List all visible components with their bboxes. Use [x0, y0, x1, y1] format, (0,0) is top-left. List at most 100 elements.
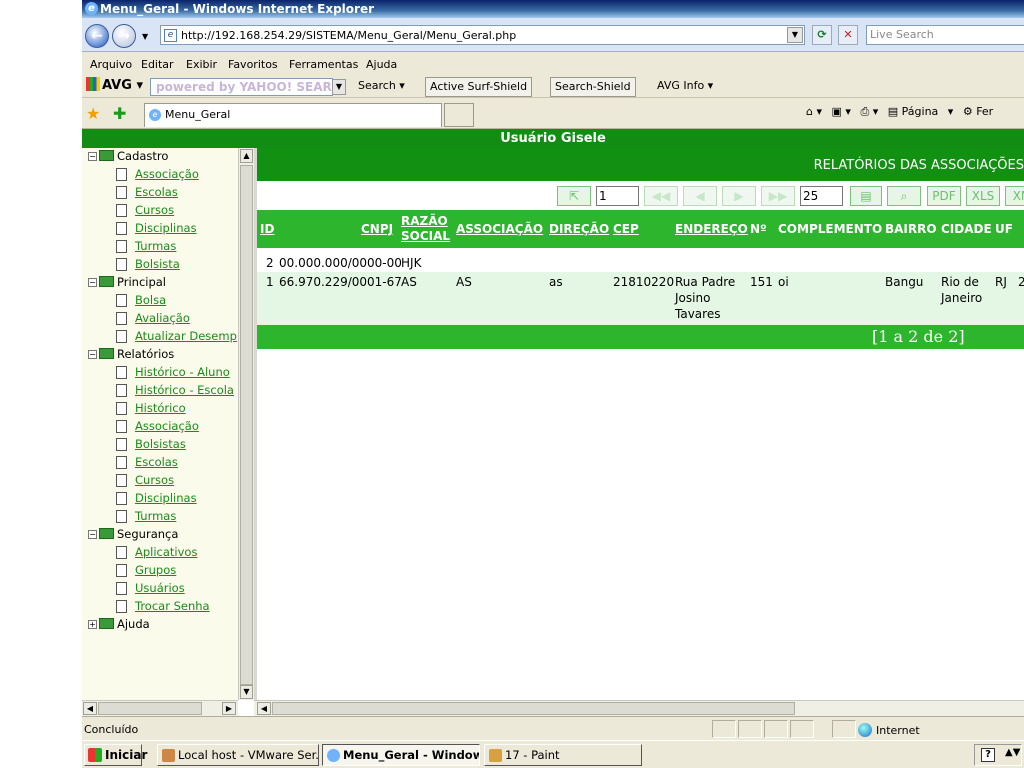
new-tab-button[interactable]: [444, 103, 474, 127]
tree-item-link[interactable]: Trocar Senha: [135, 599, 210, 613]
tree-item[interactable]: Disciplinas: [116, 221, 197, 235]
tree-item[interactable]: Atualizar Desemp: [116, 329, 237, 343]
first-record-button[interactable]: ⇱: [557, 186, 591, 206]
tree-item-link[interactable]: Turmas: [135, 239, 176, 253]
tree-item-link[interactable]: Aplicativos: [135, 545, 197, 559]
tree-item-link[interactable]: Histórico - Escola: [135, 383, 234, 397]
tree-folder[interactable]: + Ajuda: [88, 617, 150, 631]
tree-item[interactable]: Associação: [116, 419, 199, 433]
scroll-right-icon[interactable]: ▶: [222, 702, 236, 715]
tree-item-link[interactable]: Histórico: [135, 401, 186, 415]
tree-item[interactable]: Turmas: [116, 509, 176, 523]
avg-menu[interactable]: AVG ▾: [86, 77, 143, 97]
page-menu[interactable]: ▤ Página ▾: [888, 105, 954, 118]
task-paint[interactable]: 17 - Paint: [484, 744, 642, 766]
yahoo-search-input[interactable]: powered by YAHOO! SEARCH: [150, 78, 333, 96]
tree-folder[interactable]: − Principal: [88, 275, 166, 289]
security-zone[interactable]: Internet: [858, 723, 920, 737]
tree-horizontal-scrollbar[interactable]: ◀ ▶: [82, 700, 238, 716]
avg-info-button[interactable]: AVG Info ▾: [657, 77, 713, 97]
col-cep[interactable]: CEP: [613, 222, 639, 236]
tree-item-link[interactable]: Histórico - Aluno: [135, 365, 230, 379]
col-razao-social-2[interactable]: SOCIAL: [401, 229, 450, 243]
col-associacao[interactable]: ASSOCIAÇÃO: [456, 222, 543, 236]
tree-item[interactable]: Escolas: [116, 185, 178, 199]
scroll-thumb[interactable]: [98, 702, 202, 715]
tree-item[interactable]: Histórico - Escola: [116, 383, 234, 397]
start-button[interactable]: Iniciar: [84, 744, 147, 766]
tree-item[interactable]: Bolsa: [116, 293, 166, 307]
tree-item[interactable]: Grupos: [116, 563, 176, 577]
yahoo-dropdown-icon[interactable]: ▼: [332, 79, 346, 95]
tree-item-link[interactable]: Associação: [135, 167, 199, 181]
tree-item[interactable]: Disciplinas: [116, 491, 197, 505]
col-endereco[interactable]: ENDEREÇO: [675, 222, 748, 236]
tree-folder[interactable]: − Cadastro: [88, 149, 168, 163]
tree-item-link[interactable]: Cursos: [135, 473, 174, 487]
tree-item-link[interactable]: Disciplinas: [135, 221, 197, 235]
tree-item-link[interactable]: Bolsista: [135, 257, 180, 271]
tree-item-link[interactable]: Bolsistas: [135, 437, 186, 451]
search-shield-button[interactable]: Search-Shield: [550, 77, 636, 97]
previous-page-button[interactable]: ◀: [683, 186, 717, 206]
xml-button[interactable]: XM: [1005, 186, 1024, 206]
tree-item-link[interactable]: Disciplinas: [135, 491, 197, 505]
menu-ajuda[interactable]: Ajuda: [366, 58, 397, 71]
tab-menu-geral[interactable]: e Menu_Geral: [144, 103, 442, 127]
tree-item[interactable]: Avaliação: [116, 311, 190, 325]
expand-toggle-icon[interactable]: −: [88, 530, 97, 539]
tree-item[interactable]: Cursos: [116, 473, 174, 487]
tree-item-link[interactable]: Escolas: [135, 455, 178, 469]
next-page-button[interactable]: ▶: [722, 186, 756, 206]
pdf-button[interactable]: PDF: [927, 186, 961, 206]
tree-item[interactable]: Turmas: [116, 239, 176, 253]
scroll-thumb[interactable]: [240, 165, 253, 685]
tree-item-link[interactable]: Bolsa: [135, 293, 166, 307]
tree-item[interactable]: Escolas: [116, 455, 178, 469]
menu-ferramentas[interactable]: Ferramentas: [289, 58, 358, 71]
print-icon[interactable]: ⎙ ▾: [860, 105, 878, 118]
live-search-input[interactable]: Live Search: [866, 25, 1024, 45]
last-page-button[interactable]: ▶▶: [761, 186, 795, 206]
table-row[interactable]: 1 66.970.229/0001-67 AS AS as 21810220 R…: [257, 272, 1024, 325]
expand-toggle-icon[interactable]: −: [88, 152, 97, 161]
search-button[interactable]: Search ▾: [358, 77, 405, 97]
scroll-thumb[interactable]: [272, 702, 795, 715]
report-horizontal-scrollbar[interactable]: ◀: [254, 700, 1024, 716]
tree-folder[interactable]: − Relatórios: [88, 347, 174, 361]
menu-editar[interactable]: Editar: [141, 58, 174, 71]
first-page-button[interactable]: ◀◀: [644, 186, 678, 206]
tree-item[interactable]: Associação: [116, 167, 199, 181]
expand-toggle-icon[interactable]: −: [88, 278, 97, 287]
menu-favoritos[interactable]: Favoritos: [228, 58, 278, 71]
surf-shield-button[interactable]: Active Surf-Shield: [425, 77, 533, 97]
add-favorite-icon[interactable]: ✚: [113, 104, 126, 123]
tree-item-link[interactable]: Cursos: [135, 203, 174, 217]
address-dropdown-icon[interactable]: ▼: [787, 27, 803, 43]
scroll-down-icon[interactable]: ▼: [240, 685, 253, 699]
home-icon[interactable]: ⌂ ▾: [806, 105, 822, 118]
scroll-up-icon[interactable]: ▲: [240, 149, 253, 163]
tree-item[interactable]: Bolsista: [116, 257, 180, 271]
favorites-star-icon[interactable]: ★: [86, 104, 100, 123]
col-direcao[interactable]: DIREÇÃO: [549, 222, 609, 236]
col-cnpj[interactable]: CNPJ: [361, 222, 393, 236]
scroll-left-icon[interactable]: ◀: [257, 702, 271, 715]
tree-vertical-scrollbar[interactable]: ▲ ▼: [238, 148, 254, 700]
tray-arrows-icon[interactable]: ▲▼: [1005, 747, 1020, 758]
column-select-icon[interactable]: ▤: [850, 186, 882, 206]
records-per-page-input[interactable]: 25: [800, 186, 843, 206]
tree-item-link[interactable]: Associação: [135, 419, 199, 433]
tree-item-link[interactable]: Avaliação: [135, 311, 190, 325]
task-menu-geral[interactable]: Menu_Geral - Window...: [322, 744, 480, 766]
tree-folder[interactable]: − Segurança: [88, 527, 178, 541]
scroll-left-icon[interactable]: ◀: [83, 702, 97, 715]
stop-button[interactable]: ✕: [838, 25, 858, 45]
tree-item-link[interactable]: Atualizar Desemp: [135, 329, 237, 343]
tree-item[interactable]: Aplicativos: [116, 545, 197, 559]
title-bar[interactable]: e Menu_Geral - Windows Internet Explorer: [82, 0, 1024, 18]
forward-button[interactable]: →: [112, 24, 136, 48]
address-bar[interactable]: e http://192.168.254.29/SISTEMA/Menu_Ger…: [160, 25, 805, 45]
col-id[interactable]: ID: [260, 222, 274, 236]
back-button[interactable]: ←: [85, 24, 109, 48]
